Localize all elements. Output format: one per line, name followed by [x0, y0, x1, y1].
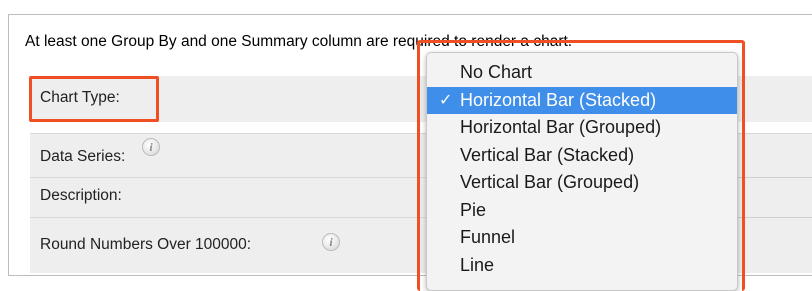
data-series-info-icon[interactable]: i: [142, 138, 160, 156]
chart-type-label-highlight: [29, 76, 159, 122]
description-label: Description:: [40, 187, 122, 204]
data-series-label: Data Series:: [40, 148, 126, 165]
chart-settings-screen: At least one Group By and one Summary co…: [0, 0, 812, 291]
chart-type-dropdown-highlight: [417, 40, 745, 291]
round-numbers-label: Round Numbers Over 100000:: [40, 236, 252, 253]
round-numbers-info-icon[interactable]: i: [322, 233, 340, 251]
